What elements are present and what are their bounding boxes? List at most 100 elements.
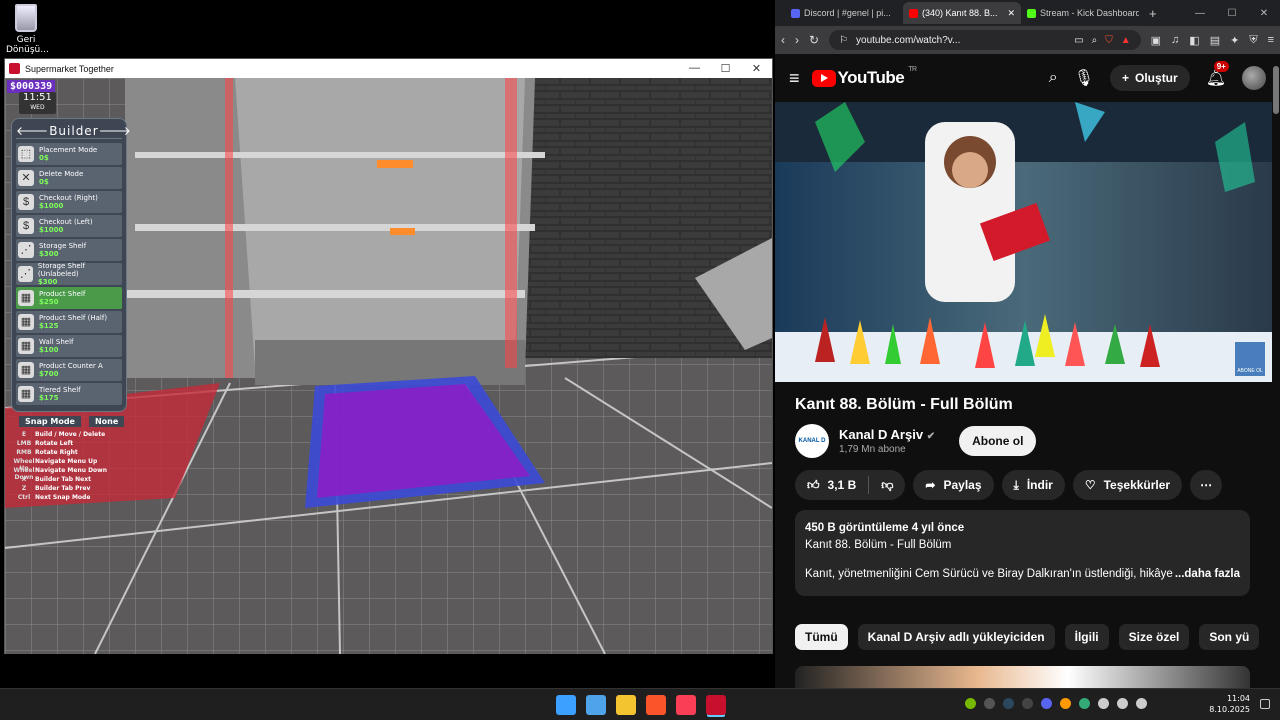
filter-chip[interactable]: Kanal D Arşiv adlı yükleyiciden [857, 624, 1055, 650]
page-scrollbar[interactable] [1273, 54, 1279, 688]
builder-item[interactable]: ▦ Product Shelf (Half) $125 [16, 311, 122, 333]
reload-icon[interactable]: ↻ [809, 33, 819, 47]
chevron-up-icon[interactable] [1022, 698, 1033, 709]
game-titlebar[interactable]: Supermarket Together — ☐ ✕ [5, 59, 772, 78]
keybind-key: Wheel Down [13, 467, 35, 481]
brave-rewards-icon[interactable]: ▲ [1121, 35, 1131, 46]
youtube-logo[interactable]: YouTube TR [811, 66, 917, 88]
description-box[interactable]: 450 B görüntüleme 4 yıl önce Kanıt 88. B… [795, 510, 1250, 596]
bell-icon: 🔔︎ [1205, 70, 1226, 87]
filter-chip[interactable]: İlgili [1064, 624, 1109, 650]
supermarket-taskbar-icon[interactable] [706, 695, 726, 715]
back-icon[interactable]: ‹ [781, 33, 785, 47]
tab-favicon-icon [1027, 8, 1036, 18]
game-window-title: Supermarket Together [25, 63, 114, 74]
dislike-button[interactable]: 👎︎ [869, 478, 905, 493]
download-button[interactable]: ⤓ İndir [1001, 470, 1065, 500]
builder-item[interactable]: ✕ Delete Mode 0$ [16, 167, 122, 189]
share-button[interactable]: ➦ Paylaş [913, 470, 994, 500]
wifi-icon[interactable] [1098, 698, 1109, 709]
cast-icon[interactable]: ▭ [1074, 35, 1083, 46]
create-button[interactable]: + Oluştur [1110, 65, 1190, 91]
new-tab-button[interactable]: + [1149, 6, 1157, 21]
zoom-icon[interactable]: ⌕ [1092, 35, 1098, 46]
brave-taskbar-icon[interactable] [646, 695, 666, 715]
channel-logo[interactable]: KANAL D [795, 424, 829, 458]
wallet-icon[interactable]: ▤ [1210, 34, 1220, 47]
start-taskbar-icon[interactable] [556, 695, 576, 715]
builder-item-price: $1000 [39, 202, 64, 210]
battery-icon[interactable] [1136, 698, 1147, 709]
builder-item-name: Product Shelf (Half) [39, 314, 108, 322]
builder-prev-arrow-icon[interactable]: 🡐 [16, 123, 49, 138]
builder-item[interactable]: $ Checkout (Right) $1000 [16, 191, 122, 213]
minimize-button[interactable]: — [679, 62, 710, 75]
thanks-button[interactable]: ♡ Teşekkürler [1072, 470, 1183, 500]
menu-icon[interactable]: ≡ [1268, 34, 1274, 47]
builder-item[interactable]: ⋰ Storage Shelf (Unlabeled) $300 [16, 262, 122, 286]
filter-chip[interactable]: Size özel [1118, 624, 1190, 650]
recycle-bin[interactable]: Geri Dönüşü... [6, 4, 49, 55]
download-icon: ⤓ [1013, 477, 1019, 492]
like-button[interactable]: 👍︎ 3,1 B [795, 476, 870, 494]
show-more-link[interactable]: ...daha fazla [1175, 566, 1240, 583]
game-viewport[interactable]: $000339 11:51 WED 🡐 Builder 🡒 ⬚ Placemen… [5, 78, 772, 654]
obs-icon[interactable] [984, 698, 995, 709]
brave-shield-icon[interactable]: ⛉ [1105, 35, 1113, 46]
tab-close-icon[interactable]: ✕ [1007, 8, 1015, 19]
music-icon[interactable]: ♫ [1171, 34, 1179, 47]
microphone-icon[interactable]: 🎙 [1074, 68, 1094, 88]
builder-item[interactable]: ▦ Wall Shelf $100 [16, 335, 122, 357]
subscribe-button[interactable]: Abone ol [959, 426, 1037, 456]
maximize-button[interactable]: ☐ [710, 62, 741, 75]
explorer-taskbar-icon[interactable] [616, 695, 636, 715]
split-view-icon[interactable]: ◧ [1189, 34, 1199, 47]
notifications-button[interactable]: 🔔︎ 9+ [1205, 61, 1229, 88]
video-player[interactable]: ABONE OL [775, 102, 1272, 382]
browser-close-button[interactable]: ✕ [1248, 8, 1280, 19]
notification-center-icon[interactable] [1260, 699, 1270, 709]
browser-tab[interactable]: (340) Kanıt 88. B... ✕ [903, 2, 1021, 24]
channel-name[interactable]: Kanal D Arşiv ✔ [839, 427, 935, 442]
builder-item[interactable]: ▦ Product Counter A $700 [16, 359, 122, 381]
url-field[interactable]: ⚐ youtube.com/watch?v... ▭ ⌕ ⛉ ▲ [829, 30, 1141, 50]
extensions-icon[interactable]: ✦ [1230, 34, 1239, 47]
vpn-tray-icon[interactable] [1060, 698, 1071, 709]
builder-item-icon: ✕ [18, 170, 34, 186]
game-clock: 11:51 WED [19, 92, 56, 114]
close-button[interactable]: ✕ [741, 62, 772, 75]
related-filter-chips: Tümü Kanal D Arşiv adlı yükleyiciden İlgil… [795, 624, 1265, 650]
bookmark-icon[interactable]: ⚐ [839, 35, 848, 46]
security-icon[interactable] [1079, 698, 1090, 709]
music-taskbar-icon[interactable] [676, 695, 696, 715]
browser-tab[interactable]: Discord | #genel | pi... [785, 2, 903, 24]
next-video-thumbnail[interactable] [795, 666, 1250, 688]
gallery-taskbar-icon[interactable] [586, 695, 606, 715]
browser-window[interactable]: Discord | #genel | pi... (340) Kanıt 88.… [775, 0, 1280, 688]
more-actions-button[interactable]: ⋯ [1190, 470, 1223, 500]
hamburger-menu-icon[interactable]: ≡ [789, 68, 800, 89]
vpn-icon[interactable]: ⛨ [1249, 34, 1257, 47]
browser-minimize-button[interactable]: — [1184, 8, 1216, 19]
browser-tab[interactable]: Stream - Kick Dashboard [1021, 2, 1139, 24]
forward-icon[interactable]: › [795, 33, 799, 47]
filter-chip[interactable]: Son yü [1199, 624, 1260, 650]
browser-maximize-button[interactable]: ☐ [1216, 8, 1248, 19]
nvidia-icon[interactable] [965, 698, 976, 709]
builder-item[interactable]: ▦ Product Shelf $250 [16, 287, 122, 309]
sidebar-icon[interactable]: ▣ [1151, 34, 1161, 47]
game-window[interactable]: Supermarket Together — ☐ ✕ $000339 11:51… [4, 58, 773, 654]
builder-item[interactable]: $ Checkout (Left) $1000 [16, 215, 122, 237]
steam-icon[interactable] [1003, 698, 1014, 709]
builder-item[interactable]: ⬚ Placement Mode 0$ [16, 143, 122, 165]
discord-tray-icon[interactable] [1041, 698, 1052, 709]
builder-item-name: Tiered Shelf [39, 386, 81, 394]
system-clock[interactable]: 11:04 8.10.2025 [1209, 693, 1250, 715]
builder-next-arrow-icon[interactable]: 🡒 [99, 123, 132, 138]
filter-chip[interactable]: Tümü [795, 624, 848, 650]
volume-icon[interactable] [1117, 698, 1128, 709]
search-icon[interactable]: ⌕ [1049, 69, 1058, 87]
builder-item[interactable]: ⋰ Storage Shelf $300 [16, 239, 122, 261]
builder-item[interactable]: ▦ Tiered Shelf $175 [16, 383, 122, 405]
avatar[interactable] [1242, 66, 1266, 90]
